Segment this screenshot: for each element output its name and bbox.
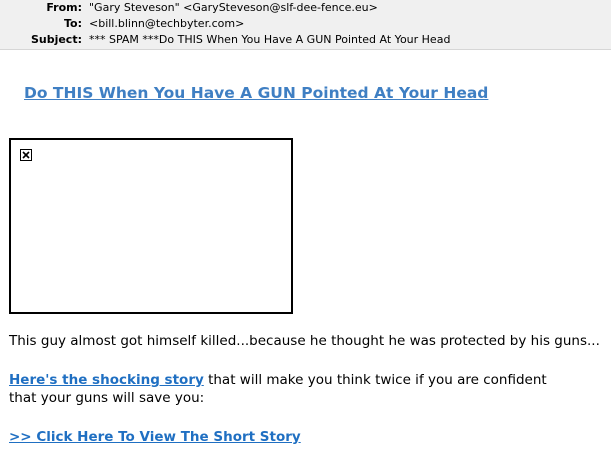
subject-row: Subject: *** SPAM ***Do THIS When You Ha…: [0, 32, 611, 48]
cta-row: >> Click Here To View The Short Story: [9, 428, 301, 446]
paragraph-story: Here's the shocking story that will make…: [9, 371, 547, 389]
broken-image-icon: [20, 149, 32, 161]
story-link[interactable]: Here's the shocking story: [9, 372, 204, 388]
headline-link[interactable]: Do THIS When You Have A GUN Pointed At Y…: [24, 84, 488, 102]
paragraph-story-line2: that your guns will save you:: [9, 390, 205, 406]
email-header: From: "Gary Steveson" <GarySteveson@slf-…: [0, 0, 611, 50]
view-story-link[interactable]: >> Click Here To View The Short Story: [9, 429, 301, 445]
to-value[interactable]: <bill.blinn@techbyter.com>: [89, 16, 244, 32]
broken-image-placeholder[interactable]: [9, 138, 293, 314]
paragraph-story-text: that will make you think twice if you ar…: [203, 372, 547, 388]
subject-value: *** SPAM ***Do THIS When You Have A GUN …: [89, 33, 451, 46]
to-row: To: <bill.blinn@techbyter.com>: [0, 16, 611, 32]
subject-label: Subject:: [30, 33, 82, 46]
paragraph-intro: This guy almost got himself killed...bec…: [9, 333, 600, 349]
from-label: From:: [46, 1, 82, 14]
from-row: From: "Gary Steveson" <GarySteveson@slf-…: [0, 0, 611, 16]
from-value[interactable]: "Gary Steveson" <GarySteveson@slf-dee-fe…: [89, 0, 378, 16]
to-label: To:: [64, 17, 82, 30]
